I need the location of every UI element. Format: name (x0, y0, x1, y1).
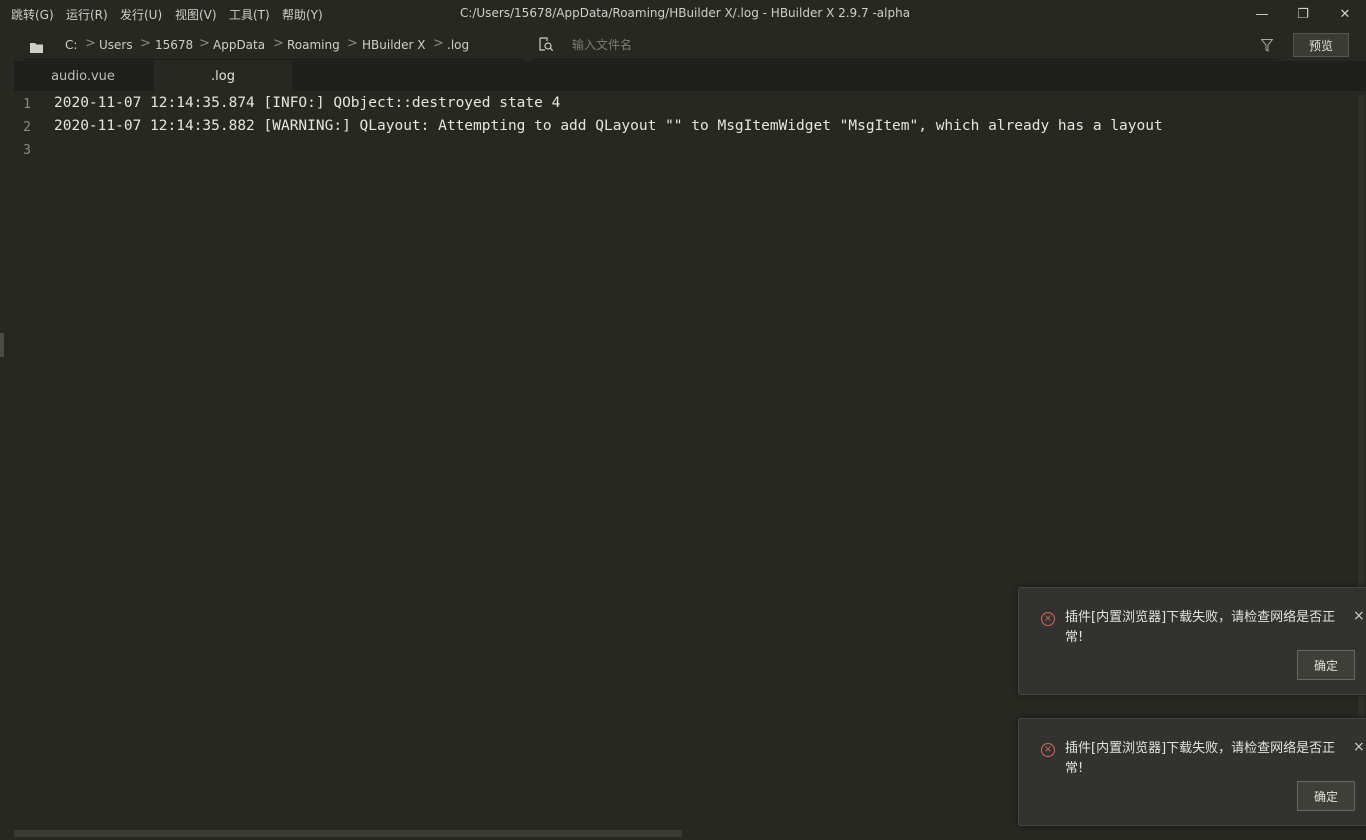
folder-icon (30, 38, 43, 57)
menu-help[interactable]: 帮助(Y) (282, 6, 323, 23)
breadcrumb-separator: > (433, 36, 444, 51)
confirm-button[interactable]: 确定 (1297, 650, 1355, 680)
breadcrumb-item[interactable]: HBuilder X (362, 38, 426, 52)
menu-tools[interactable]: 工具(T) (229, 6, 270, 23)
error-icon: × (1041, 743, 1055, 757)
horizontal-scrollbar[interactable] (0, 828, 1366, 840)
breadcrumb-separator: > (273, 36, 284, 51)
horizontal-scrollbar-thumb[interactable] (14, 830, 682, 837)
line-number: 3 (23, 143, 31, 158)
menu-run[interactable]: 运行(R) (66, 6, 108, 23)
close-button[interactable]: ✕ (1322, 0, 1366, 28)
code-line: 3 (14, 141, 49, 164)
menu-publish[interactable]: 发行(U) (120, 6, 162, 23)
file-search-input[interactable] (572, 36, 1222, 54)
breadcrumb-item[interactable]: C: (65, 38, 77, 52)
breadcrumb-item[interactable]: .log (447, 38, 469, 52)
line-number: 2 (23, 120, 31, 135)
maximize-button[interactable]: ❐ (1280, 0, 1326, 28)
breadcrumb: C: > Users > 15678 > AppData > Roaming >… (24, 30, 524, 60)
code-line: 1 2020-11-07 12:14:35.874 [INFO:] QObjec… (14, 95, 560, 118)
confirm-button[interactable]: 确定 (1297, 781, 1355, 811)
preview-button[interactable]: 预览 (1293, 33, 1349, 57)
breadcrumb-separator: > (140, 36, 151, 51)
file-search (532, 30, 1278, 60)
notification-message: 插件[内置浏览器]下载失败，请检查网络是否正常! (1065, 610, 1336, 645)
line-number: 1 (23, 97, 31, 112)
address-bar: C: > Users > 15678 > AppData > Roaming >… (0, 30, 1366, 60)
breadcrumb-item[interactable]: 15678 (155, 38, 193, 52)
menu-bar: 跳转(G) 运行(R) 发行(U) 视图(V) 工具(T) 帮助(Y) C:/U… (0, 0, 1366, 28)
gutter-marker (0, 333, 4, 357)
close-icon[interactable]: × (1353, 608, 1365, 624)
close-icon[interactable]: × (1353, 739, 1365, 755)
breadcrumb-item[interactable]: Roaming (287, 38, 340, 52)
code-editor[interactable]: 1 2020-11-07 12:14:35.874 [INFO:] QObjec… (14, 92, 1357, 822)
breadcrumb-item[interactable]: Users (99, 38, 133, 52)
tab-bar: audio.vue .log (14, 61, 1366, 91)
notification-toast: × 插件[内置浏览器]下载失败，请检查网络是否正常! × 确定 (1018, 718, 1366, 826)
line-text: 2020-11-07 12:14:35.882 [WARNING:] QLayo… (54, 118, 1163, 134)
breadcrumb-separator: > (85, 36, 96, 51)
filter-icon[interactable] (1260, 37, 1274, 56)
breadcrumb-item[interactable]: AppData (213, 38, 265, 52)
vertical-scrollbar-thumb[interactable] (1358, 95, 1365, 815)
minimize-button[interactable]: — (1239, 0, 1285, 28)
tab-log[interactable]: .log (154, 61, 292, 91)
tab-audio-vue[interactable]: audio.vue (14, 61, 152, 91)
code-line: 2 2020-11-07 12:14:35.882 [WARNING:] QLa… (14, 118, 1163, 141)
error-icon: × (1041, 612, 1055, 626)
breadcrumb-separator: > (199, 36, 210, 51)
breadcrumb-separator: > (347, 36, 358, 51)
vertical-scrollbar[interactable] (1357, 95, 1366, 825)
window-title: C:/Users/15678/AppData/Roaming/HBuilder … (459, 6, 911, 20)
menu-goto[interactable]: 跳转(G) (11, 6, 54, 23)
notification-message: 插件[内置浏览器]下载失败，请检查网络是否正常! (1065, 741, 1336, 776)
file-search-icon[interactable] (538, 37, 554, 56)
line-text: 2020-11-07 12:14:35.874 [INFO:] QObject:… (54, 95, 561, 111)
menu-view[interactable]: 视图(V) (175, 6, 217, 23)
notification-toast: × 插件[内置浏览器]下载失败，请检查网络是否正常! × 确定 (1018, 587, 1366, 695)
